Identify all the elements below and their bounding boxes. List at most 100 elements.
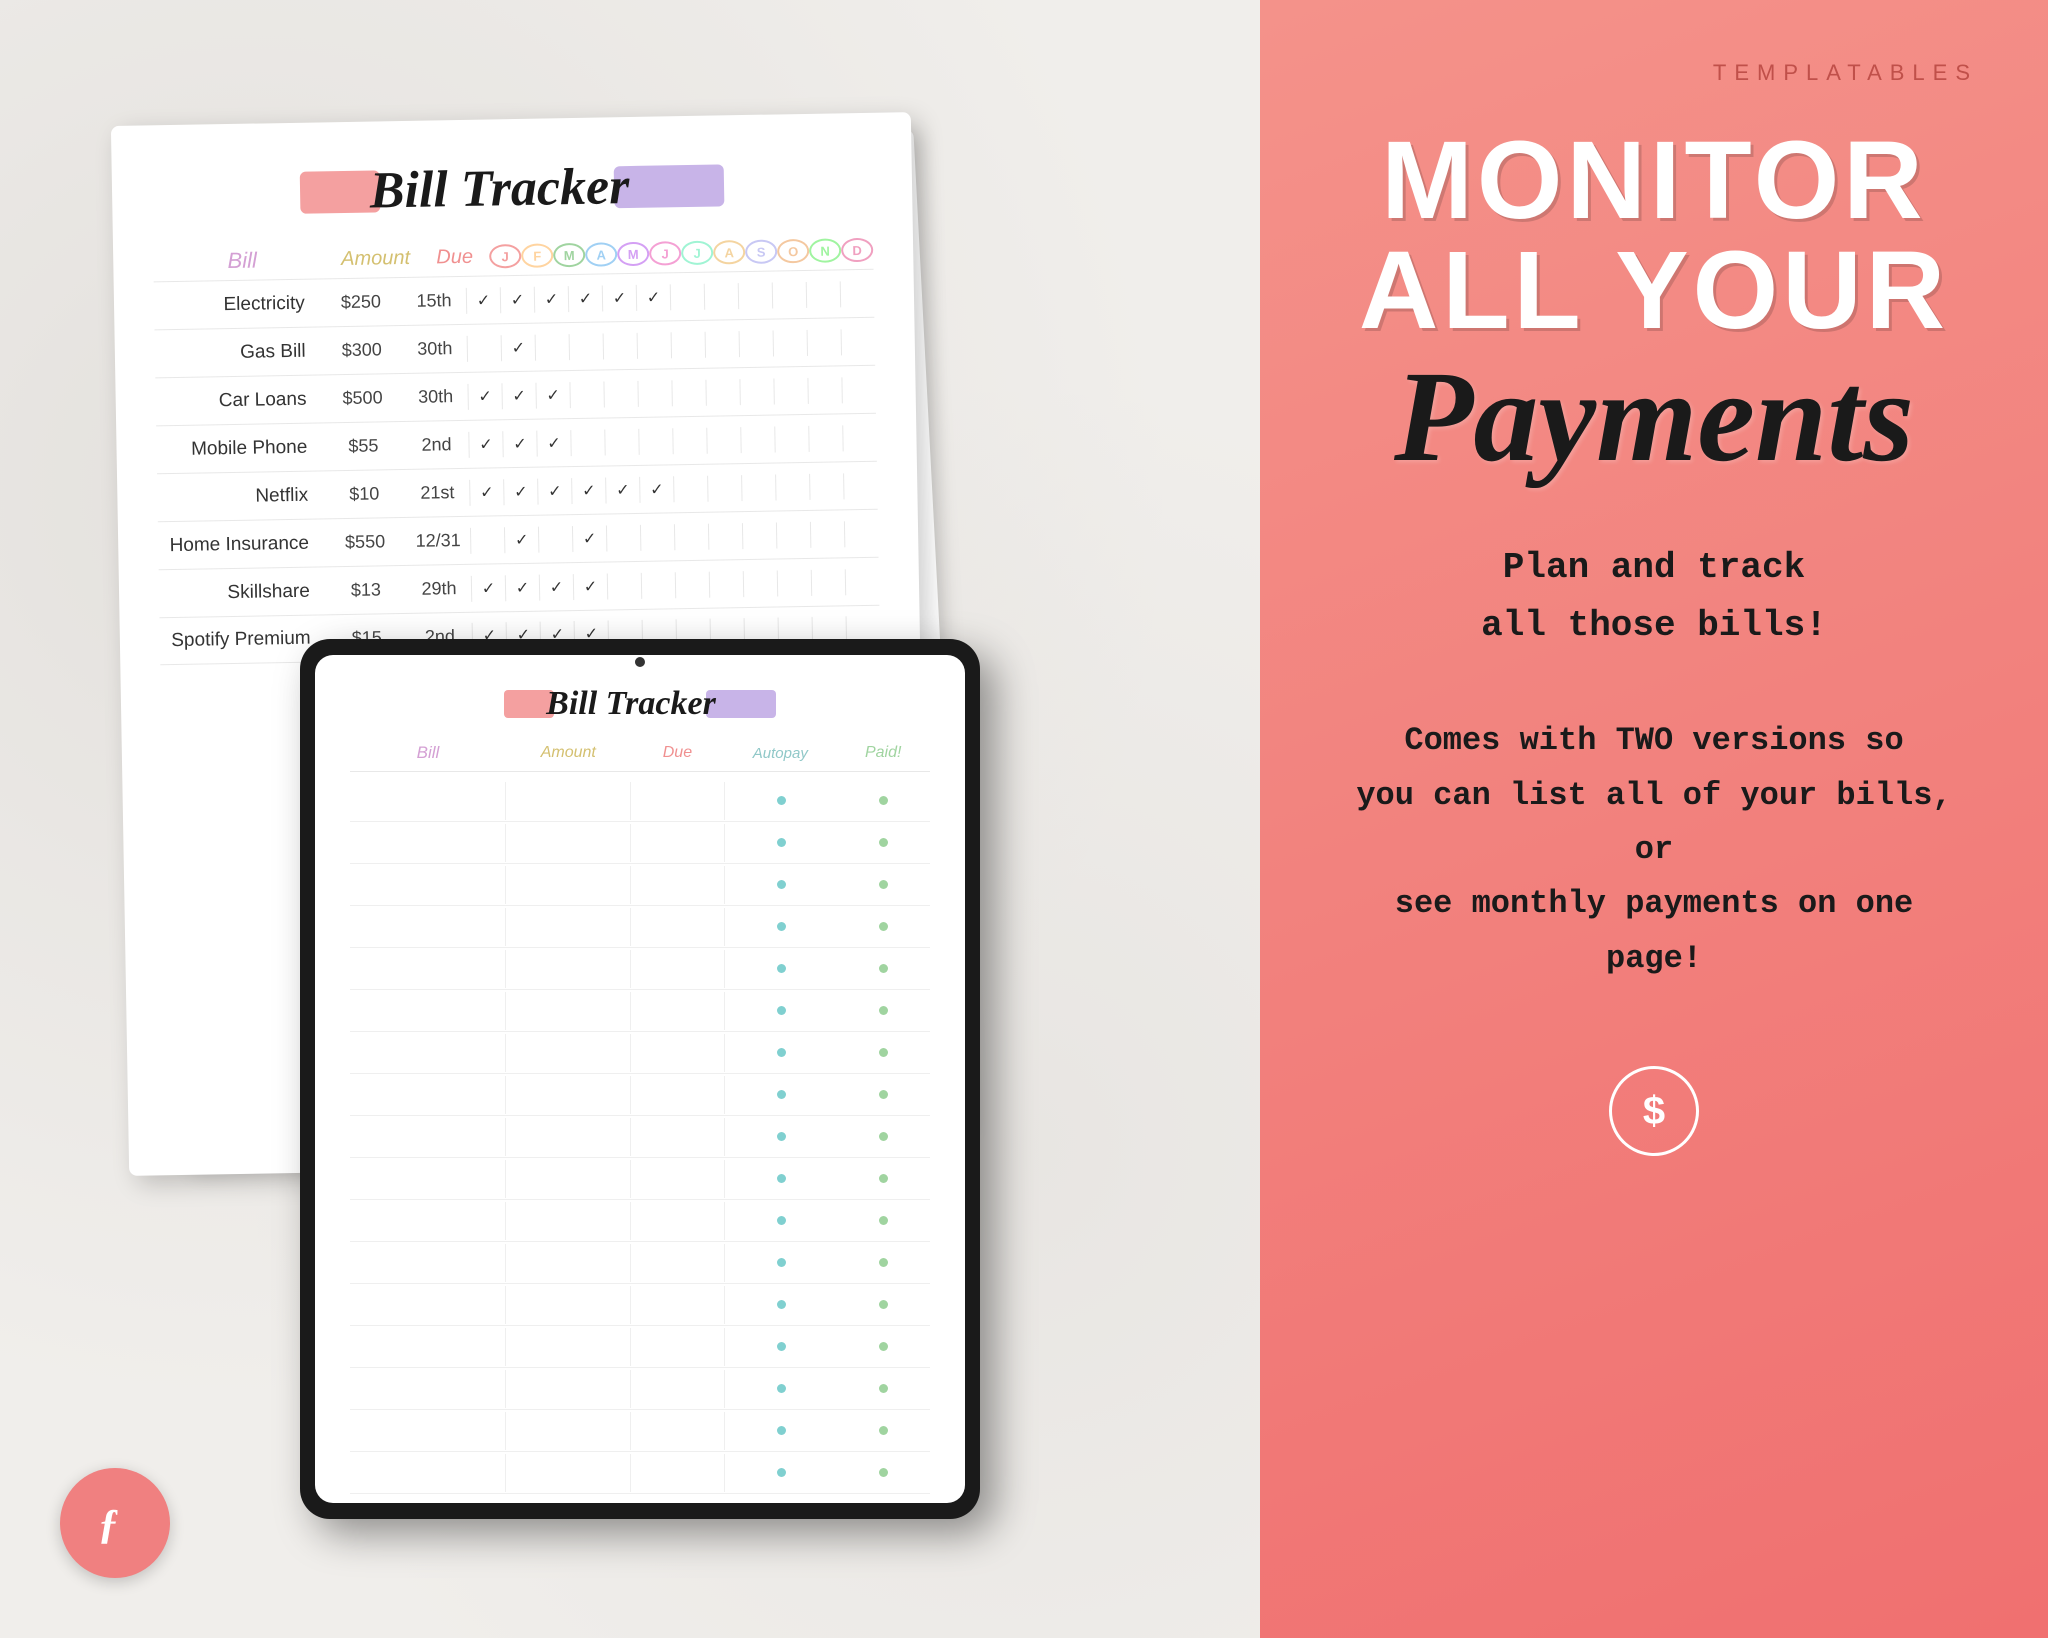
tablet-autopay-col xyxy=(725,1468,837,1477)
cell-checks: ✓✓✓✓✓✓ xyxy=(469,472,877,505)
tablet-amount-cell xyxy=(506,1160,631,1198)
check-cell xyxy=(538,526,572,553)
tablet-bill-cell xyxy=(350,1328,506,1366)
check-cell xyxy=(809,473,843,500)
dot-teal xyxy=(777,1048,786,1057)
dot-green xyxy=(879,1468,888,1477)
tablet-due-cell xyxy=(631,1286,725,1324)
check-cell xyxy=(772,281,806,308)
month-header-a: A xyxy=(713,240,745,265)
cell-due: 30th xyxy=(404,386,468,408)
dot-teal xyxy=(777,1426,786,1435)
check-cell xyxy=(708,523,742,550)
title-block-purple xyxy=(614,164,725,208)
check-cell xyxy=(845,568,879,595)
brand-name: TEMPLATABLES xyxy=(1713,60,1978,86)
tablet-due-cell xyxy=(631,782,725,820)
check-cell xyxy=(470,527,504,554)
table-area: Bill Amount Due JFMAMJJASOND Electricity… xyxy=(153,237,880,666)
cell-amount: $250 xyxy=(320,291,403,313)
check-cell: ✓ xyxy=(467,383,501,410)
dot-teal xyxy=(777,922,786,931)
t-col-due: Due xyxy=(631,744,725,762)
tablet-autopay-col xyxy=(725,1174,837,1183)
cell-bill: Skillshare xyxy=(159,580,325,605)
dot-green xyxy=(879,1048,888,1057)
check-cell xyxy=(739,378,773,405)
dot-teal xyxy=(777,1300,786,1309)
tablet-bill-cell xyxy=(350,1454,506,1492)
tablet-autopay-col xyxy=(725,922,837,931)
tablet-autopay-col xyxy=(725,838,837,847)
cell-checks: ✓ xyxy=(467,328,875,361)
plan-text: Plan and trackall those bills! xyxy=(1481,539,1827,654)
tablet-paid-col xyxy=(837,1132,930,1141)
check-cell: ✓ xyxy=(568,285,602,312)
check-cell xyxy=(843,472,877,499)
tablet-paid-col xyxy=(837,1090,930,1099)
check-cell xyxy=(807,329,841,356)
col-due-header: Due xyxy=(420,245,490,269)
cell-due: 30th xyxy=(403,338,467,360)
dot-green xyxy=(879,1426,888,1435)
tablet-autopay-col xyxy=(725,796,837,805)
check-cell xyxy=(773,329,807,356)
tablet-bill-cell xyxy=(350,1286,506,1324)
check-cell xyxy=(741,474,775,501)
paper-title-script: Bill Tracker xyxy=(369,157,629,221)
cell-amount: $300 xyxy=(320,339,403,361)
dot-green xyxy=(879,1090,888,1099)
cell-bill: Mobile Phone xyxy=(156,436,322,461)
tablet-bill-cell xyxy=(350,1202,506,1240)
check-cell: ✓ xyxy=(636,284,670,311)
tablet-bill-cell xyxy=(350,908,506,946)
month-header-m: M xyxy=(617,242,649,267)
tablet-autopay-col xyxy=(725,880,837,889)
check-cell: ✓ xyxy=(503,478,537,505)
tablet-due-cell xyxy=(631,992,725,1030)
tablet-bill-cell xyxy=(350,1370,506,1408)
check-cell xyxy=(707,475,741,502)
check-cell xyxy=(603,380,637,407)
check-cell xyxy=(705,331,739,358)
table-header-row: Bill Amount Due JFMAMJJASOND xyxy=(153,237,873,276)
check-cell: ✓ xyxy=(534,286,568,313)
cell-due: 29th xyxy=(407,578,471,600)
tablet-bill-cell xyxy=(350,1076,506,1114)
check-cell: ✓ xyxy=(500,286,534,313)
col-amount-header: Amount xyxy=(331,246,420,271)
tablet-paid-col xyxy=(837,1300,930,1309)
dot-teal xyxy=(777,880,786,889)
tablet-paid-col xyxy=(837,1342,930,1351)
tablet-autopay-col xyxy=(725,1006,837,1015)
cell-bill: Home Insurance xyxy=(158,532,324,557)
dot-teal xyxy=(777,1258,786,1267)
dot-teal xyxy=(777,1132,786,1141)
dot-green xyxy=(879,922,888,931)
dot-green xyxy=(879,964,888,973)
tablet-paid-col xyxy=(837,796,930,805)
cell-bill: Car Loans xyxy=(156,388,322,413)
tablet: Bill Tracker Bill Amount Due Autopay Pai… xyxy=(300,639,980,1519)
tablet-screen: Bill Tracker Bill Amount Due Autopay Pai… xyxy=(315,655,965,1503)
month-header-d: D xyxy=(841,238,873,263)
month-letters: JFMAMJJASOND xyxy=(489,238,873,269)
check-cell xyxy=(739,330,773,357)
logo-circle: ƒ xyxy=(60,1468,170,1578)
dot-teal xyxy=(777,1006,786,1015)
dot-teal xyxy=(777,1342,786,1351)
cell-amount: $13 xyxy=(325,579,408,601)
tablet-table-header: Bill Amount Due Autopay Paid! xyxy=(350,743,930,772)
check-cell xyxy=(806,281,840,308)
check-cell xyxy=(776,521,810,548)
tablet-title-row: Bill Tracker xyxy=(350,685,930,723)
check-cell: ✓ xyxy=(466,287,500,314)
cell-amount: $55 xyxy=(322,435,405,457)
tablet-amount-cell xyxy=(506,1034,631,1072)
tablet-due-cell xyxy=(631,1244,725,1282)
dot-teal xyxy=(777,964,786,973)
right-panel: TEMPLATABLES MONITOR ALL YOUR Payments P… xyxy=(1260,0,2048,1638)
tablet-due-cell xyxy=(631,1370,725,1408)
check-cell xyxy=(738,282,772,309)
check-cell xyxy=(604,428,638,455)
